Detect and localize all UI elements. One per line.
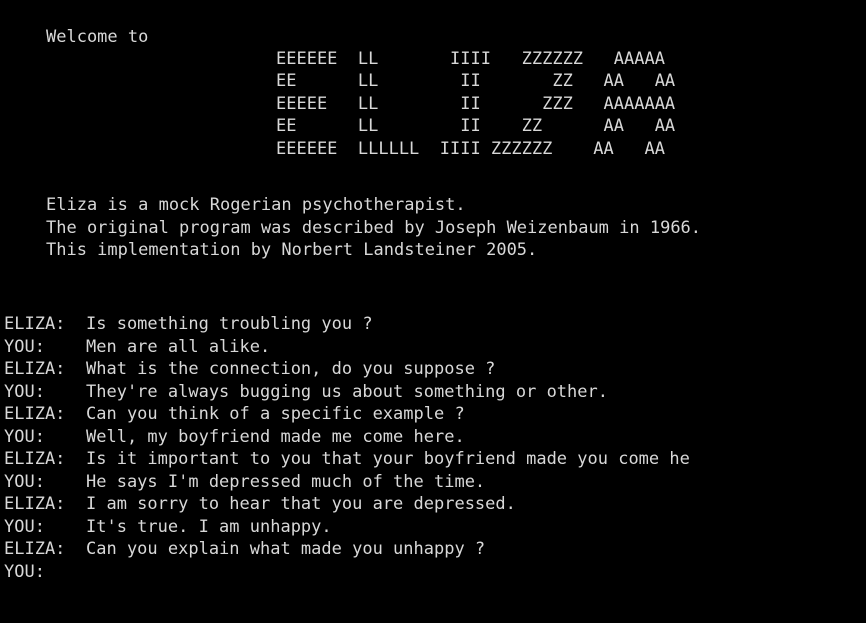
welcome-text: Welcome to — [46, 27, 149, 47]
speaker-label: ELIZA: — [4, 359, 66, 379]
speaker-label: ELIZA: — [4, 449, 66, 469]
speaker-label: YOU: — [4, 471, 45, 492]
conversation-row: ELIZA: Is it important to you that your … — [4, 448, 866, 471]
speaker-label: YOU: — [4, 426, 45, 447]
input-prompt-row[interactable]: YOU: — [4, 561, 866, 584]
conversation-log: ELIZA: Is something troubling you ? YOU:… — [4, 313, 866, 583]
speaker-label: ELIZA: — [4, 494, 66, 514]
info-line: This implementation by Norbert Landstein… — [46, 240, 538, 260]
message-text: I am sorry to hear that you are depresse… — [86, 494, 516, 514]
speaker-label: ELIZA: — [4, 539, 66, 559]
eliza-banner-line: EEEEEE LL IIII ZZZZZZ AAAAA — [276, 49, 665, 69]
conversation-row: ELIZA: Can you explain what made you unh… — [4, 538, 866, 561]
message-text: Is it important to you that your boyfrie… — [86, 449, 690, 469]
speaker-label: YOU: — [4, 516, 45, 537]
info-line: The original program was described by Jo… — [46, 218, 702, 238]
message-text: Men are all alike. — [86, 336, 271, 357]
speaker-label: ELIZA: — [4, 404, 66, 424]
message-text: What is the connection, do you suppose ? — [86, 359, 496, 379]
message-text: It's true. I am unhappy. — [86, 516, 332, 537]
conversation-row: ELIZA: Can you think of a specific examp… — [4, 403, 866, 426]
conversation-row: YOU: They're always bugging us about som… — [4, 381, 866, 404]
message-text: They're always bugging us about somethin… — [86, 381, 608, 402]
eliza-banner-line: EEEEE LL II ZZZ AAAAAAA — [276, 94, 676, 114]
speaker-label: ELIZA: — [4, 314, 66, 334]
terminal-window[interactable]: Welcome to EEEEEE LL IIII ZZZZZZ AAAAA E… — [0, 0, 866, 623]
message-text: Can you explain what made you unhappy ? — [86, 539, 486, 559]
eliza-banner-line: EE LL II ZZ AA AA — [276, 71, 676, 91]
eliza-banner-line: EE LL II ZZ AA AA — [276, 116, 676, 136]
conversation-row: YOU: Well, my boyfriend made me come her… — [4, 426, 866, 449]
message-text: Is something troubling you ? — [86, 314, 373, 334]
conversation-row: YOU: Men are all alike. — [4, 336, 866, 359]
speaker-label: YOU: — [4, 336, 45, 357]
eliza-banner-line: EEEEEE LLLLLL IIII ZZZZZZ AA AA — [276, 139, 665, 159]
conversation-row: YOU: It's true. I am unhappy. — [4, 516, 866, 539]
info-line: Eliza is a mock Rogerian psychotherapist… — [46, 195, 466, 215]
conversation-row: ELIZA: Is something troubling you ? — [4, 313, 866, 336]
conversation-row: YOU: He says I'm depressed much of the t… — [4, 471, 866, 494]
message-text: Well, my boyfriend made me come here. — [86, 426, 465, 447]
conversation-row: ELIZA: What is the connection, do you su… — [4, 358, 866, 381]
message-text: Can you think of a specific example ? — [86, 404, 465, 424]
message-text: He says I'm depressed much of the time. — [86, 471, 486, 492]
speaker-label: YOU: — [4, 561, 45, 582]
conversation-row: ELIZA: I am sorry to hear that you are d… — [4, 493, 866, 516]
speaker-label: YOU: — [4, 381, 45, 402]
